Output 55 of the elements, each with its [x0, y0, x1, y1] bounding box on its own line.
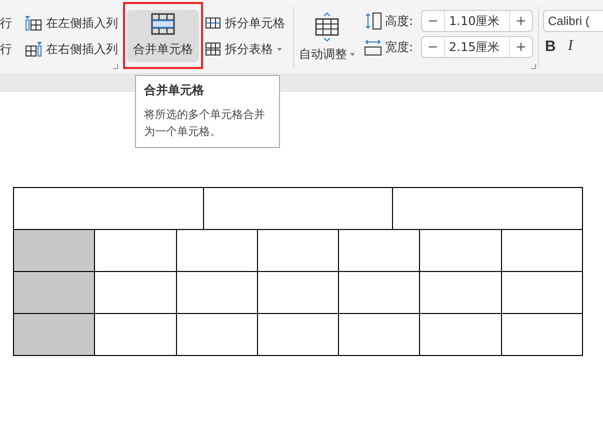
decrement-button[interactable]: − [422, 11, 444, 31]
auto-fit-button[interactable]: 自动调整 [294, 0, 360, 73]
table-cell[interactable] [339, 272, 420, 314]
table-cell[interactable] [204, 188, 394, 230]
split-cells-icon [205, 16, 221, 30]
split-table-icon [205, 42, 221, 56]
table-cell[interactable] [95, 314, 177, 356]
merge-cells-icon [151, 13, 175, 35]
ribbon-label: 行 [0, 14, 13, 32]
insert-column-button[interactable]: 在左侧插入列 [23, 13, 120, 33]
table-cell[interactable] [420, 272, 502, 314]
field-label: 宽度: [385, 38, 414, 56]
split-table-button[interactable]: 拆分表格 [203, 39, 293, 59]
table-cell[interactable] [339, 314, 420, 356]
dropdown-caret-icon [350, 53, 355, 56]
insert-column-icon [25, 42, 42, 56]
ribbon-label: 行 [0, 40, 13, 58]
merge-cells-button[interactable]: 合并单元格 [127, 10, 199, 62]
table-cell[interactable] [420, 230, 502, 272]
tooltip-title: 合并单元格 [144, 82, 205, 99]
increment-button[interactable]: + [510, 37, 532, 57]
bold-button[interactable]: B [543, 38, 558, 55]
table-resize-icon [314, 12, 340, 42]
insert-column-button[interactable]: 在右侧插入列 [23, 39, 120, 59]
table-cell[interactable] [176, 272, 258, 314]
table-cell[interactable] [176, 314, 258, 356]
column-width-icon [364, 38, 382, 56]
table-cell[interactable] [176, 230, 258, 272]
italic-button[interactable]: I [566, 38, 575, 55]
table-cell[interactable] [95, 272, 177, 314]
table-cell[interactable] [258, 272, 340, 314]
dialog-launcher-icon[interactable] [113, 64, 118, 69]
table-cell[interactable] [258, 314, 340, 356]
table-cell[interactable] [14, 272, 96, 314]
table-cell[interactable] [502, 314, 583, 356]
spinner-field[interactable]: − 1.10厘米 + [421, 10, 533, 32]
increment-button[interactable]: + [510, 11, 532, 31]
dialog-launcher-icon[interactable] [531, 64, 536, 69]
font-name-field[interactable]: Calibri ( [543, 10, 603, 32]
table-cell[interactable] [339, 230, 420, 272]
split-cells-button[interactable]: 拆分单元格 [203, 13, 293, 33]
table-cell[interactable] [14, 314, 96, 356]
table-cell[interactable] [502, 272, 583, 314]
decrement-button[interactable]: − [422, 37, 444, 57]
table-cell[interactable] [502, 230, 583, 272]
table-cell[interactable] [393, 188, 583, 230]
row-height-icon [364, 12, 382, 30]
table-cell[interactable] [95, 230, 177, 272]
tooltip-text: 将所选的多个单元格合并为一个单元格。 [144, 107, 266, 140]
table-cell[interactable] [258, 230, 340, 272]
table-cell[interactable] [420, 314, 502, 356]
table-cell[interactable] [14, 230, 96, 272]
spinner-field[interactable]: − 2.15厘米 + [421, 36, 533, 58]
insert-column-icon [25, 16, 42, 30]
field-label: 高度: [385, 12, 414, 30]
